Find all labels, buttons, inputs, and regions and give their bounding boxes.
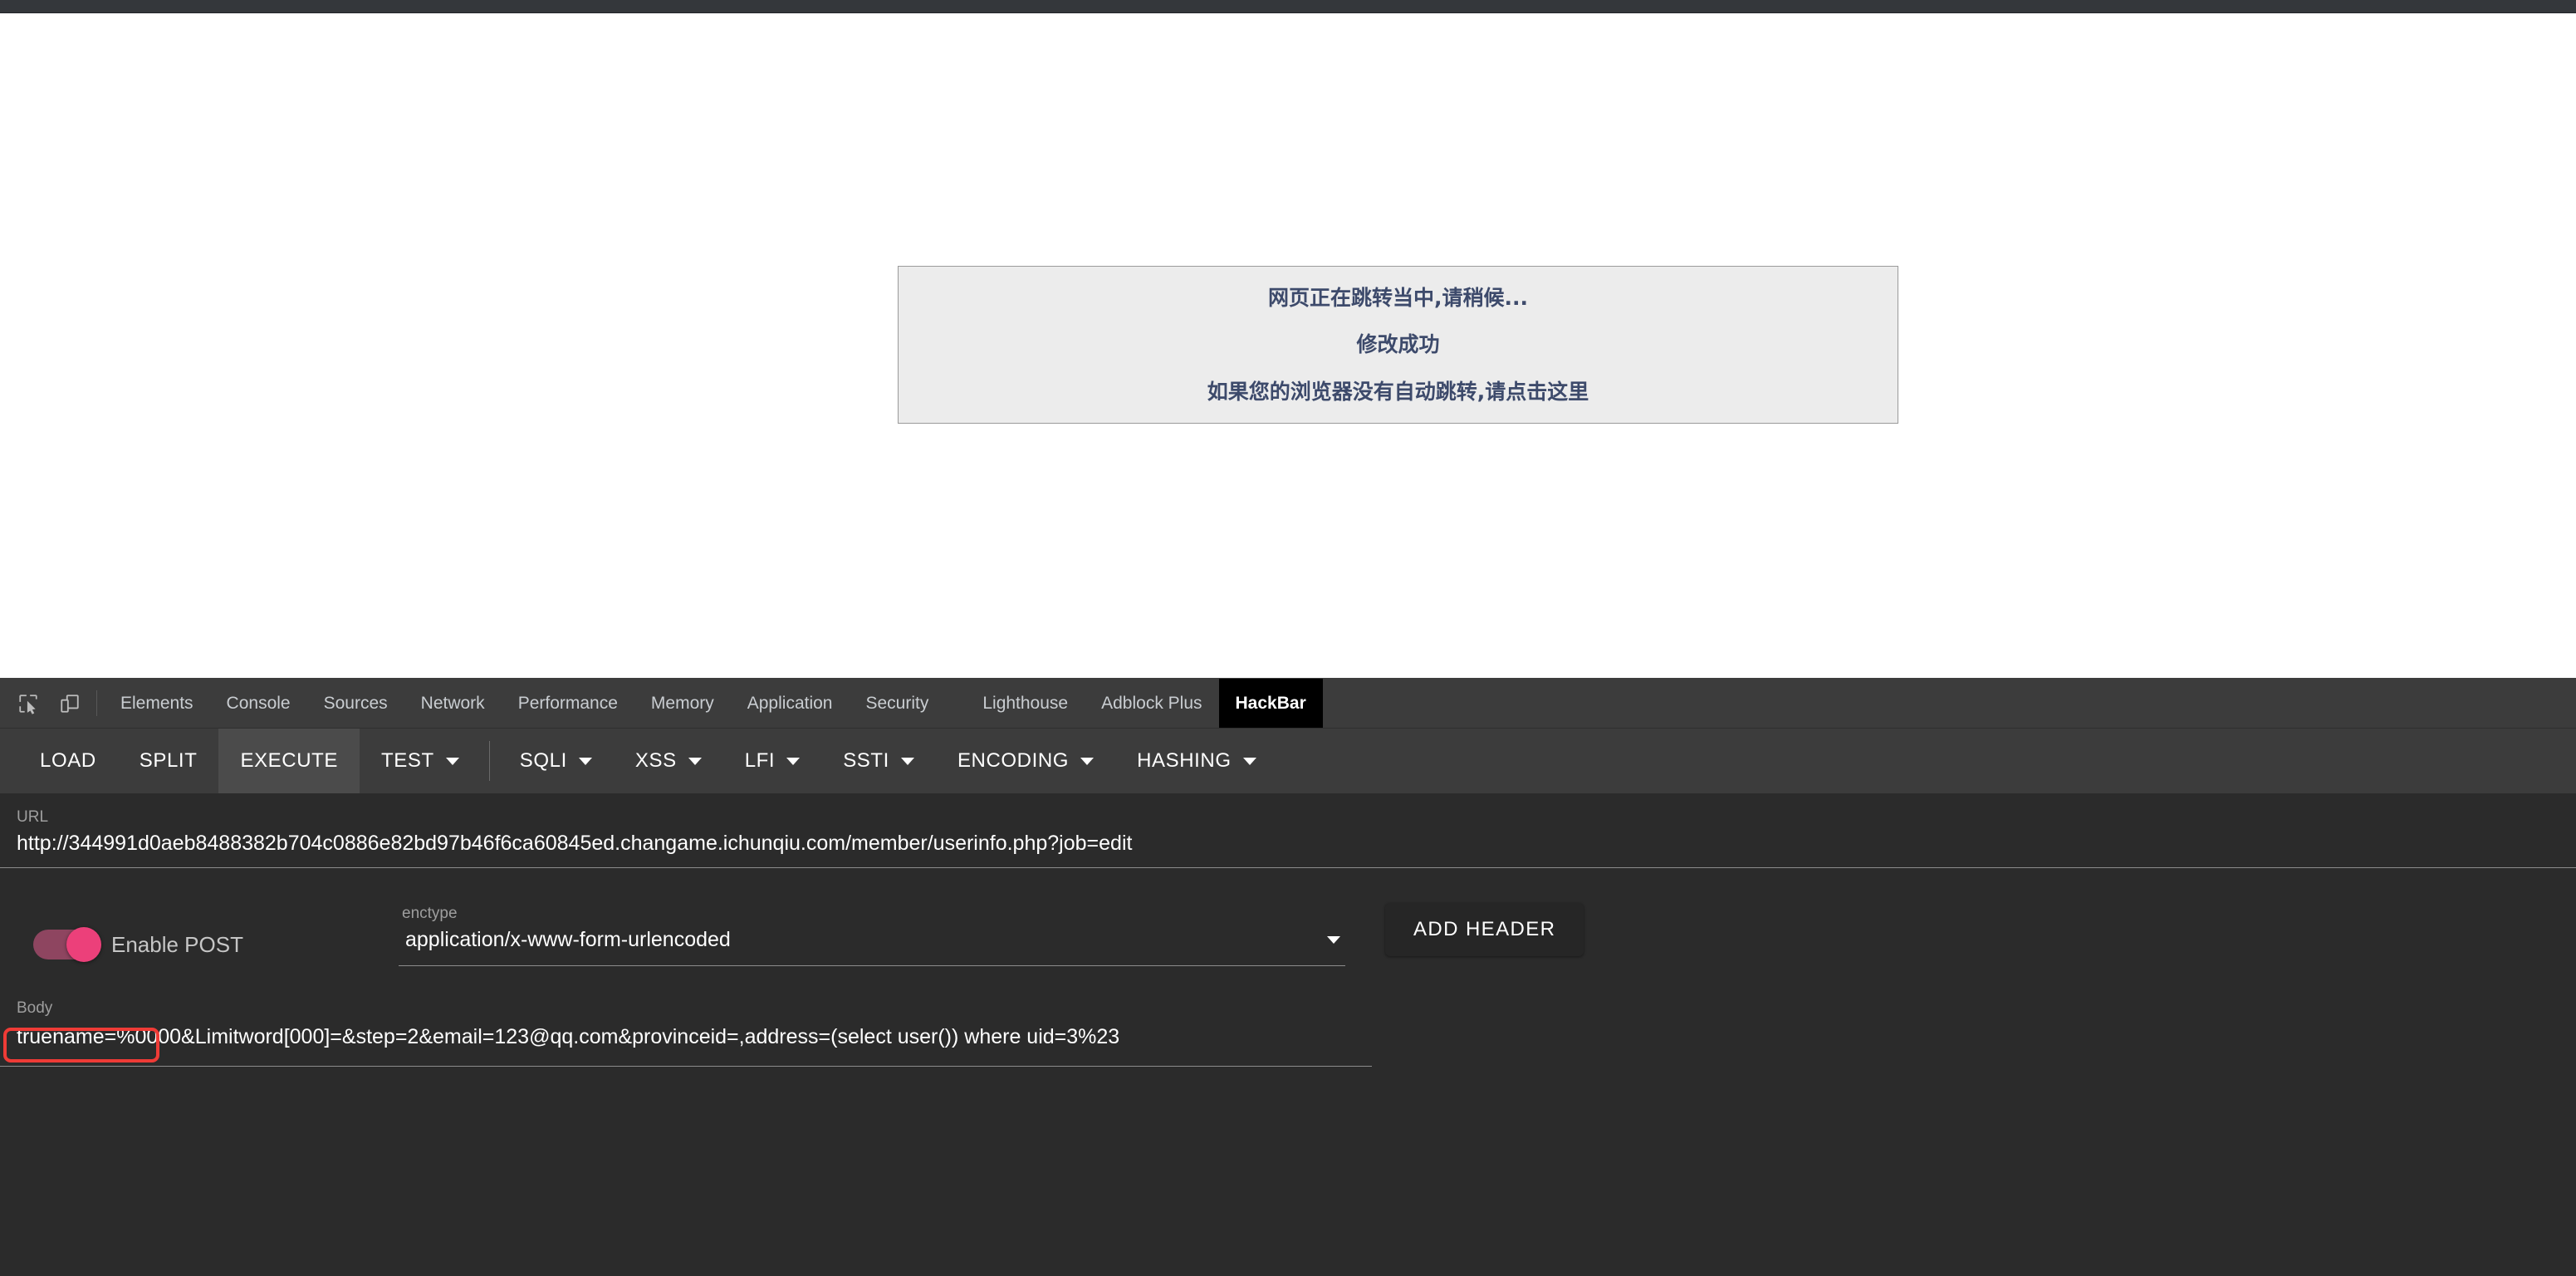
body-input[interactable]: truename=%0000&Limitword[000]=&step=2&em… — [0, 1023, 1354, 1053]
split-button-label: SPLIT — [139, 749, 198, 772]
sqli-button-label: SQLI — [519, 749, 567, 772]
tab-network[interactable]: Network — [404, 679, 502, 728]
chevron-down-icon — [786, 757, 801, 765]
enctype-label: enctype — [402, 905, 458, 922]
ssti-button[interactable]: SSTI — [821, 729, 936, 793]
hackbar-panel: URL http://344991d0aeb8488382b704c0886e8… — [0, 793, 2576, 1276]
url-label: URL — [17, 808, 49, 826]
add-header-button[interactable]: ADD HEADER — [1385, 903, 1584, 956]
browser-top-strip — [0, 0, 2576, 13]
tab-security[interactable]: Security — [849, 679, 945, 728]
hashing-button-label: HASHING — [1137, 749, 1232, 772]
url-underline — [0, 867, 2576, 868]
tabbar-divider — [96, 690, 97, 716]
manual-redirect-link[interactable]: 如果您的浏览器没有自动跳转,请点击这里 — [1207, 380, 1589, 404]
devtools-panel: Elements Console Sources Network Perform… — [0, 678, 2576, 1276]
tab-performance[interactable]: Performance — [502, 679, 634, 728]
url-field-group: URL http://344991d0aeb8488382b704c0886e8… — [0, 793, 2576, 868]
tab-application[interactable]: Application — [731, 679, 850, 728]
body-underline — [0, 1065, 1372, 1067]
xss-button-label: XSS — [634, 749, 677, 772]
enctype-field-group: enctype application/x-www-form-urlencode… — [399, 905, 1345, 966]
test-button[interactable]: TEST — [360, 729, 481, 793]
execute-button-label: EXECUTE — [240, 749, 339, 772]
hackbar-toolbar: LOAD SPLIT EXECUTE TEST SQLI XSS LFI SST… — [0, 729, 2576, 793]
body-field-group: Body truename=%0000&Limitword[000]=&step… — [0, 966, 2576, 1067]
url-input[interactable]: http://344991d0aeb8488382b704c0886e82bd9… — [0, 832, 2576, 856]
lfi-button-label: LFI — [744, 749, 776, 772]
tab-memory[interactable]: Memory — [634, 679, 731, 728]
hashing-button[interactable]: HASHING — [1115, 729, 1278, 793]
redirect-message-line-1: 网页正在跳转当中,请稍候... — [1268, 285, 1528, 310]
chevron-down-icon — [1242, 757, 1256, 765]
chevron-down-icon — [688, 757, 702, 765]
enable-post-label: Enable POST — [111, 931, 243, 957]
execute-button[interactable]: EXECUTE — [218, 729, 360, 793]
test-button-label: TEST — [381, 749, 434, 772]
tab-elements[interactable]: Elements — [104, 679, 210, 728]
page-viewport: 网页正在跳转当中,请稍候... 修改成功 如果您的浏览器没有自动跳转,请点击这里 — [0, 13, 2576, 678]
toggle-knob — [66, 927, 101, 962]
tab-lighthouse[interactable]: Lighthouse — [966, 679, 1085, 728]
enctype-value: application/x-www-form-urlencoded — [405, 928, 731, 951]
enctype-select[interactable]: application/x-www-form-urlencoded — [399, 928, 1345, 952]
body-label: Body — [17, 999, 53, 1017]
toolbar-divider — [488, 741, 490, 781]
devtools-tabbar: Elements Console Sources Network Perform… — [0, 679, 2576, 729]
chevron-down-icon — [1327, 936, 1340, 944]
tab-console[interactable]: Console — [210, 679, 307, 728]
load-button-label: LOAD — [40, 749, 96, 772]
chevron-down-icon — [900, 757, 914, 765]
load-button[interactable]: LOAD — [18, 729, 118, 793]
encoding-button-label: ENCODING — [957, 749, 1070, 772]
lfi-button[interactable]: LFI — [723, 729, 821, 793]
enable-post-toggle[interactable] — [33, 927, 101, 962]
split-button[interactable]: SPLIT — [118, 729, 219, 793]
tab-adblock-plus[interactable]: Adblock Plus — [1085, 679, 1218, 728]
inspect-element-icon[interactable] — [12, 687, 45, 720]
redirect-message-line-2: 修改成功 — [1356, 332, 1440, 357]
chevron-down-icon — [445, 757, 459, 765]
chevron-down-icon — [578, 757, 592, 765]
post-options-row: Enable POST enctype application/x-www-fo… — [0, 868, 2576, 966]
redirect-message-box: 网页正在跳转当中,请稍候... 修改成功 如果您的浏览器没有自动跳转,请点击这里 — [898, 266, 1898, 424]
tab-sources[interactable]: Sources — [307, 679, 404, 728]
enable-post-toggle-group[interactable]: Enable POST — [0, 927, 399, 966]
devtools-tool-icons — [0, 679, 95, 728]
chevron-down-icon — [1080, 757, 1095, 765]
encoding-button[interactable]: ENCODING — [936, 729, 1115, 793]
tab-hackbar[interactable]: HackBar — [1218, 679, 1323, 728]
xss-button[interactable]: XSS — [614, 729, 723, 793]
devtools-tabs: Elements Console Sources Network Perform… — [104, 679, 1323, 728]
sqli-button[interactable]: SQLI — [498, 729, 614, 793]
device-toolbar-icon[interactable] — [53, 687, 86, 720]
ssti-button-label: SSTI — [843, 749, 889, 772]
add-header-group: ADD HEADER — [1345, 903, 1584, 966]
